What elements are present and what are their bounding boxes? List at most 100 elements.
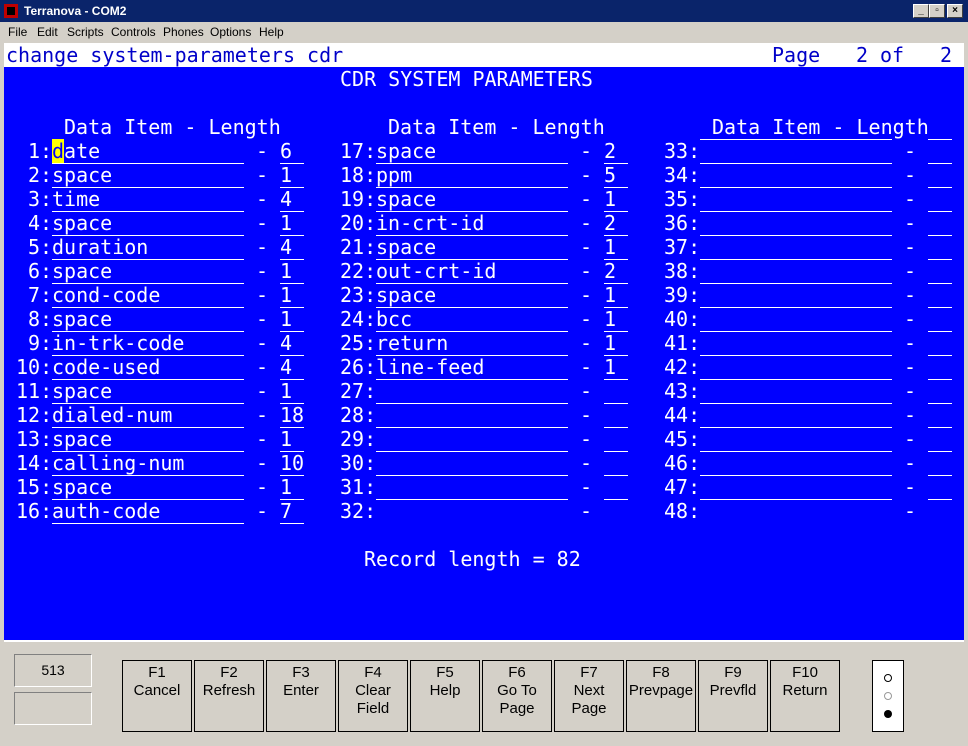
length-field[interactable]: 1 <box>280 307 304 332</box>
length-field[interactable]: 1 <box>604 235 628 260</box>
data-item-field[interactable] <box>700 475 892 476</box>
fkey-f4-button[interactable]: F4 Clear Field <box>338 660 408 732</box>
menu-options[interactable]: Options <box>210 25 251 39</box>
data-item-field[interactable]: auth-code <box>52 499 244 524</box>
length-field[interactable] <box>928 331 952 332</box>
data-item-field[interactable]: in-crt-id <box>376 211 568 236</box>
data-item-field[interactable]: line-feed <box>376 355 568 380</box>
length-field[interactable]: 2 <box>604 139 628 164</box>
data-item-field[interactable] <box>700 259 892 260</box>
data-item-field[interactable] <box>376 427 568 428</box>
data-item-field[interactable]: calling-num <box>52 451 244 476</box>
length-field[interactable] <box>928 379 952 380</box>
length-field[interactable] <box>928 235 952 236</box>
fkey-f2-button[interactable]: F2 Refresh <box>194 660 264 732</box>
length-field[interactable]: 4 <box>280 187 304 212</box>
data-item-field[interactable]: out-crt-id <box>376 259 568 284</box>
menu-edit[interactable]: Edit <box>37 25 58 39</box>
length-field[interactable]: 1 <box>604 331 628 356</box>
length-field[interactable]: 1 <box>280 379 304 404</box>
menu-scripts[interactable]: Scripts <box>67 25 104 39</box>
data-item-field[interactable] <box>700 235 892 236</box>
data-item-field[interactable] <box>700 211 892 212</box>
data-item-field[interactable] <box>700 307 892 308</box>
fkey-f7-button[interactable]: F7 Next Page <box>554 660 624 732</box>
length-field[interactable] <box>928 427 952 428</box>
data-item-field[interactable]: space <box>52 427 244 452</box>
length-field[interactable] <box>604 475 628 476</box>
length-field[interactable] <box>928 403 952 404</box>
data-item-field[interactable]: space <box>52 307 244 332</box>
data-item-field[interactable]: space <box>52 163 244 188</box>
data-item-field[interactable]: cond-code <box>52 283 244 308</box>
length-field[interactable] <box>928 163 952 164</box>
length-field[interactable] <box>928 451 952 452</box>
length-field[interactable]: 4 <box>280 235 304 260</box>
data-item-field[interactable] <box>700 451 892 452</box>
length-field[interactable]: 4 <box>280 331 304 356</box>
length-field[interactable]: 1 <box>280 163 304 188</box>
data-item-field[interactable] <box>700 139 892 140</box>
data-item-field[interactable]: duration <box>52 235 244 260</box>
data-item-field[interactable]: space <box>52 379 244 404</box>
length-field[interactable]: 1 <box>604 307 628 332</box>
data-item-field[interactable]: date <box>52 139 244 164</box>
length-field[interactable] <box>928 283 952 284</box>
maximize-button[interactable]: ▫ <box>929 4 945 18</box>
length-field[interactable]: 1 <box>604 187 628 212</box>
data-item-field[interactable]: space <box>376 235 568 260</box>
length-field[interactable] <box>604 427 628 428</box>
length-field[interactable] <box>928 499 952 500</box>
terminal-screen[interactable]: change system-parameters cdr Page 2 of 2… <box>4 43 964 640</box>
data-item-field[interactable]: code-used <box>52 355 244 380</box>
data-item-field[interactable] <box>700 163 892 164</box>
data-item-field[interactable]: ppm <box>376 163 568 188</box>
menu-help[interactable]: Help <box>259 25 284 39</box>
data-item-field[interactable]: return <box>376 331 568 356</box>
data-item-field[interactable]: time <box>52 187 244 212</box>
fkey-f9-button[interactable]: F9 Prevfld <box>698 660 768 732</box>
length-field[interactable]: 1 <box>280 475 304 500</box>
length-field[interactable]: 4 <box>280 355 304 380</box>
length-field[interactable] <box>604 379 628 380</box>
length-field[interactable] <box>604 451 628 452</box>
fkey-f10-button[interactable]: F10 Return <box>770 660 840 732</box>
data-item-field[interactable]: space <box>376 187 568 212</box>
data-item-field[interactable] <box>700 379 892 380</box>
menu-file[interactable]: File <box>8 25 27 39</box>
data-item-field[interactable] <box>700 499 892 500</box>
data-item-field[interactable] <box>700 355 892 356</box>
length-field[interactable] <box>928 187 952 188</box>
data-item-field[interactable] <box>376 475 568 476</box>
fkey-f5-button[interactable]: F5 Help <box>410 660 480 732</box>
data-item-field[interactable] <box>700 283 892 284</box>
length-field[interactable] <box>928 475 952 476</box>
data-item-field[interactable]: space <box>52 211 244 236</box>
length-field[interactable]: 5 <box>604 163 628 188</box>
length-field[interactable]: 7 <box>280 499 304 524</box>
length-field[interactable]: 2 <box>604 259 628 284</box>
data-item-field[interactable] <box>376 499 568 500</box>
length-field[interactable]: 18 <box>280 403 304 428</box>
data-item-field[interactable] <box>700 427 892 428</box>
minimize-button[interactable]: _ <box>913 4 929 18</box>
data-item-field[interactable]: dialed-num <box>52 403 244 428</box>
data-item-field[interactable]: bcc <box>376 307 568 332</box>
data-item-field[interactable]: space <box>52 475 244 500</box>
length-field[interactable] <box>928 211 952 212</box>
length-field[interactable]: 1 <box>280 259 304 284</box>
length-field[interactable]: 10 <box>280 451 304 476</box>
data-item-field[interactable] <box>700 331 892 332</box>
terranova-app-icon[interactable] <box>3 3 19 19</box>
length-field[interactable]: 1 <box>604 355 628 380</box>
close-button[interactable]: × <box>947 4 963 18</box>
fkey-f8-button[interactable]: F8 Prevpage <box>626 660 696 732</box>
data-item-field[interactable]: space <box>52 259 244 284</box>
length-field[interactable]: 6 <box>280 139 304 164</box>
length-field[interactable] <box>928 139 952 140</box>
length-field[interactable]: 1 <box>280 283 304 308</box>
length-field[interactable] <box>928 355 952 356</box>
data-item-field[interactable] <box>700 187 892 188</box>
length-field[interactable] <box>928 259 952 260</box>
length-field[interactable] <box>928 307 952 308</box>
